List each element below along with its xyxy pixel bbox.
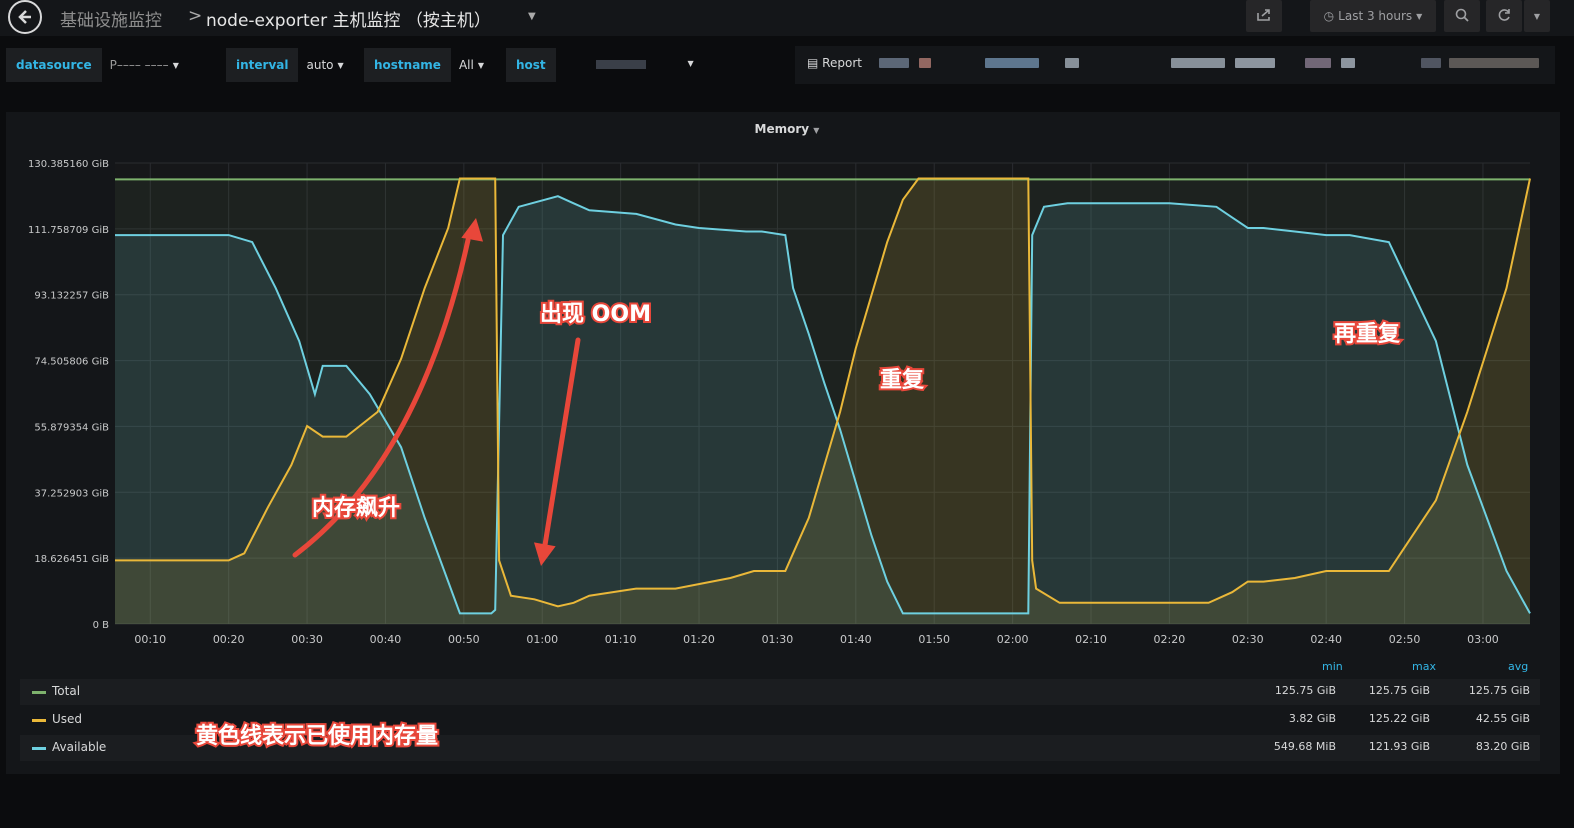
legend-min: 549.68 MiB xyxy=(1273,740,1336,753)
y-tick-label: 93.132257 GiB xyxy=(34,291,109,302)
x-tick-label: 01:30 xyxy=(762,633,794,646)
x-tick-label: 00:10 xyxy=(134,633,166,646)
legend-avg: 125.75 GiB xyxy=(1468,684,1530,697)
legend-swatch[interactable] xyxy=(32,691,46,694)
y-tick-label: 18.626451 GiB xyxy=(34,554,109,565)
x-tick-label: 00:50 xyxy=(448,633,480,646)
legend-series-name: Available xyxy=(52,740,107,754)
legend-max: 125.22 GiB xyxy=(1368,712,1430,725)
x-tick-label: 01:00 xyxy=(526,633,558,646)
annotation-memory-surge: 内存飙升 xyxy=(310,494,402,523)
x-tick-label: 02:10 xyxy=(1075,633,1107,646)
x-tick-label: 03:00 xyxy=(1467,633,1499,646)
x-tick-label: 01:50 xyxy=(918,633,950,646)
y-tick-label: 111.758709 GiB xyxy=(28,225,109,236)
x-tick-label: 02:30 xyxy=(1232,633,1264,646)
x-tick-label: 00:20 xyxy=(213,633,245,646)
legend-header-min[interactable]: min xyxy=(1322,660,1343,673)
legend-row-total[interactable]: Total 125.75 GiB 125.75 GiB 125.75 GiB xyxy=(20,679,1540,705)
y-tick-label: 74.505806 GiB xyxy=(34,357,109,368)
y-tick-label: 0 B xyxy=(93,620,110,631)
legend-max: 125.75 GiB xyxy=(1368,684,1430,697)
legend-avg: 42.55 GiB xyxy=(1475,712,1530,725)
x-tick-label: 02:00 xyxy=(997,633,1029,646)
y-tick-label: 37.252903 GiB xyxy=(34,488,109,499)
legend-header-avg[interactable]: avg xyxy=(1508,660,1528,673)
legend-series-name: Total xyxy=(52,684,81,698)
y-tick-label: 130.385160 GiB xyxy=(28,159,109,170)
x-tick-label: 02:50 xyxy=(1389,633,1421,646)
x-tick-label: 01:40 xyxy=(840,633,872,646)
legend-min: 3.82 GiB xyxy=(1288,712,1336,725)
legend-swatch[interactable] xyxy=(32,719,46,722)
legend-header-max[interactable]: max xyxy=(1412,660,1436,673)
x-tick-label: 01:20 xyxy=(683,633,715,646)
x-tick-label: 00:30 xyxy=(291,633,323,646)
legend-max: 121.93 GiB xyxy=(1368,740,1430,753)
annotation-repeat: 重复 xyxy=(878,366,926,395)
x-tick-label: 02:40 xyxy=(1310,633,1342,646)
x-tick-label: 02:20 xyxy=(1154,633,1186,646)
legend-min: 125.75 GiB xyxy=(1274,684,1336,697)
annotation-used-note: 黄色线表示已使用内存量 xyxy=(194,722,440,751)
y-tick-label: 55.879354 GiB xyxy=(34,422,109,433)
x-tick-label: 01:10 xyxy=(605,633,637,646)
x-tick-label: 00:40 xyxy=(370,633,402,646)
annotation-repeat-again: 再重复 xyxy=(1332,320,1402,349)
legend-series-name: Used xyxy=(52,712,83,726)
annotation-oom: 出现 OOM xyxy=(538,300,653,329)
legend-swatch[interactable] xyxy=(32,747,46,750)
legend-avg: 83.20 GiB xyxy=(1475,740,1530,753)
